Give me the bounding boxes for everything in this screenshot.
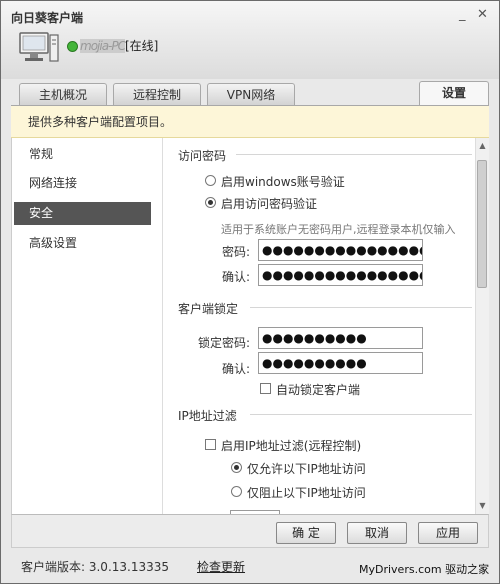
password-auth-label[interactable]: 启用访问密码验证 [221,195,317,212]
lock-password-label: 锁定密码: [198,336,251,350]
online-status-icon [67,41,78,52]
section-divider [236,154,472,155]
tab-vpn[interactable]: VPN网络 [207,83,295,105]
panel-scrollbar[interactable]: ▲ ▼ [475,138,489,514]
cancel-button[interactable]: 取消 [347,522,407,544]
ip-filter-label[interactable]: 启用IP地址过滤(远程控制) [221,437,361,454]
deny-ip-label[interactable]: 仅阻止以下IP地址访问 [247,484,366,501]
scroll-up-icon[interactable]: ▲ [476,140,489,152]
allow-ip-radio[interactable] [231,462,242,473]
settings-sidebar: 常规 网络连接 安全 高级设置 [12,138,163,514]
section-title-access-password: 访问密码 [178,149,227,163]
section-title-ip-filter: IP地址过滤 [178,409,237,423]
sidebar-item-general[interactable]: 常规 [14,143,151,166]
tab-remote-control[interactable]: 远程控制 [113,83,201,105]
section-divider [250,307,472,308]
ok-button[interactable]: 确 定 [276,522,336,544]
sidebar-item-network[interactable]: 网络连接 [14,172,151,195]
close-button[interactable]: ✕ [477,7,488,22]
password-label: 密码: [222,245,251,259]
windows-auth-radio[interactable] [205,175,216,186]
check-update-link[interactable]: 检查更新 [197,558,245,575]
client-version: 客户端版本: 3.0.13.13335 [21,560,170,574]
scroll-down-icon[interactable]: ▼ [476,500,489,512]
sidebar-item-security[interactable]: 安全 [14,202,151,225]
password-field[interactable]: ●●●●●●●●●●●●●●●● [258,239,423,261]
minimize-button[interactable]: _ [459,7,466,22]
scroll-thumb[interactable] [477,160,487,288]
settings-content: 常规 网络连接 安全 高级设置 访问密码 启用windows账号验证 启用访问密… [11,138,489,514]
lock-confirm-label: 确认: [222,362,251,376]
confirm-password-field[interactable]: ●●●●●●●●●●●●●●●● [258,264,423,286]
main-window: 向日葵客户端 _ ✕ mojia-PC[在线] 主机概况 远程控制 VPN网络 … [0,0,500,584]
auto-lock-checkbox[interactable] [260,383,271,394]
password-auth-radio[interactable] [205,197,216,208]
allow-ip-label[interactable]: 仅允许以下IP地址访问 [247,460,366,477]
app-title: 向日葵客户端 [11,11,84,25]
tab-host-overview[interactable]: 主机概况 [19,83,107,105]
security-panel: 访问密码 启用windows账号验证 启用访问密码验证 适用于系统账户无密码用户… [168,138,474,514]
title-bar: 向日葵客户端 _ ✕ mojia-PC[在线] [1,1,499,79]
host-name: mojia-PC [80,39,126,53]
deny-ip-radio[interactable] [231,486,242,497]
windows-auth-label[interactable]: 启用windows账号验证 [221,173,345,190]
auto-lock-label[interactable]: 自动锁定客户端 [276,381,360,398]
section-divider [250,414,472,415]
button-bar: 确 定 取消 应用 [11,514,489,548]
user-status: mojia-PC[在线] [80,37,158,54]
sidebar-item-advanced[interactable]: 高级设置 [14,232,151,255]
tab-settings[interactable]: 设置 [419,81,489,105]
lock-confirm-field[interactable]: ●●●●●●●●●● [258,352,423,374]
lock-password-field[interactable]: ●●●●●●●●●● [258,327,423,349]
watermark: MyDrivers.com 驱动之家 [359,563,490,576]
confirm-password-label: 确认: [222,270,251,284]
info-banner: 提供多种客户端配置项目。 [11,106,489,138]
apply-button[interactable]: 应用 [418,522,478,544]
section-title-client-lock: 客户端锁定 [178,302,239,316]
computer-icon [19,32,59,62]
ip-filter-checkbox[interactable] [205,439,216,450]
password-auth-note: 适用于系统账户无密码用户,远程登录本机仅输入 [221,223,456,236]
online-status-text: [在线] [125,39,159,53]
status-footer: 客户端版本: 3.0.13.13335 检查更新 MyDrivers.com 驱… [1,551,499,583]
